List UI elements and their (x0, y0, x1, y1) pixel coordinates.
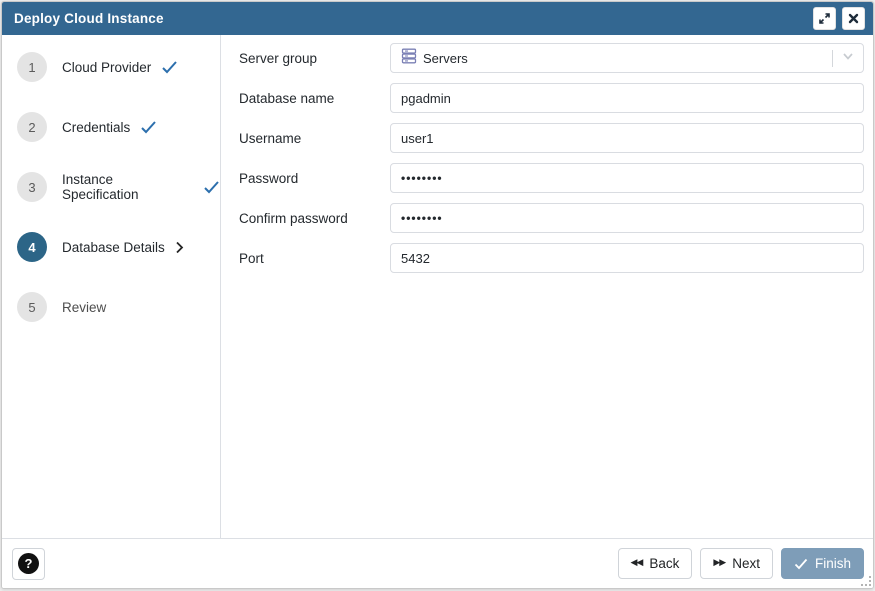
dialog-body: 1 Cloud Provider 2 Credentials 3 Instanc… (2, 35, 873, 542)
server-group-select[interactable]: Servers (390, 43, 864, 73)
dialog-footer: ? ◀◀ Back ▶▶ Next Finish (2, 538, 873, 588)
username-input[interactable] (390, 123, 864, 153)
back-icon: ◀◀ (631, 559, 643, 568)
finish-button[interactable]: Finish (781, 548, 864, 579)
port-label: Port (239, 251, 390, 266)
step-cloud-provider[interactable]: 1 Cloud Provider (2, 37, 220, 97)
close-icon (848, 13, 859, 24)
step-label: Database Details (62, 240, 165, 255)
dialog-titlebar: Deploy Cloud Instance (2, 2, 873, 35)
next-button[interactable]: ▶▶ Next (700, 548, 773, 579)
check-icon (140, 120, 157, 134)
check-icon (161, 60, 178, 74)
username-row: Username (239, 123, 864, 153)
password-input[interactable] (390, 163, 864, 193)
wizard-stepper: 1 Cloud Provider 2 Credentials 3 Instanc… (2, 35, 221, 542)
port-row: Port (239, 243, 864, 273)
step-database-details[interactable]: 4 Database Details (2, 217, 220, 277)
next-icon: ▶▶ (713, 559, 725, 568)
step-review[interactable]: 5 Review (2, 277, 220, 337)
confirm-password-label: Confirm password (239, 211, 390, 226)
username-label: Username (239, 131, 390, 146)
deploy-cloud-instance-dialog: Deploy Cloud Instance 1 (1, 1, 874, 589)
help-icon: ? (18, 553, 39, 574)
back-button[interactable]: ◀◀ Back (618, 548, 693, 579)
database-details-form: Server group (221, 35, 873, 542)
chevron-down-icon[interactable] (840, 48, 856, 69)
step-label: Cloud Provider (62, 60, 151, 75)
step-instance-specification[interactable]: 3 Instance Specification (2, 157, 220, 217)
step-number: 5 (17, 292, 47, 322)
step-label: Review (62, 300, 106, 315)
database-name-label: Database name (239, 91, 390, 106)
confirm-password-input[interactable] (390, 203, 864, 233)
step-number: 2 (17, 112, 47, 142)
server-group-value: Servers (423, 51, 832, 66)
select-divider (832, 50, 833, 67)
maximize-icon (818, 12, 831, 25)
check-icon (203, 180, 220, 194)
step-label: Instance Specification (62, 172, 193, 202)
maximize-button[interactable] (813, 7, 836, 30)
help-button[interactable]: ? (12, 548, 45, 580)
step-number: 3 (17, 172, 47, 202)
check-icon (794, 558, 808, 570)
chevron-right-icon (175, 241, 184, 254)
dialog-title: Deploy Cloud Instance (14, 11, 807, 26)
server-group-label: Server group (239, 51, 390, 66)
step-credentials[interactable]: 2 Credentials (2, 97, 220, 157)
password-row: Password (239, 163, 864, 193)
close-button[interactable] (842, 7, 865, 30)
server-group-icon (401, 48, 417, 69)
confirm-password-row: Confirm password (239, 203, 864, 233)
server-group-row: Server group (239, 43, 864, 73)
database-name-input[interactable] (390, 83, 864, 113)
step-number: 4 (17, 232, 47, 262)
step-number: 1 (17, 52, 47, 82)
database-name-row: Database name (239, 83, 864, 113)
password-label: Password (239, 171, 390, 186)
step-label: Credentials (62, 120, 130, 135)
port-input[interactable] (390, 243, 864, 273)
